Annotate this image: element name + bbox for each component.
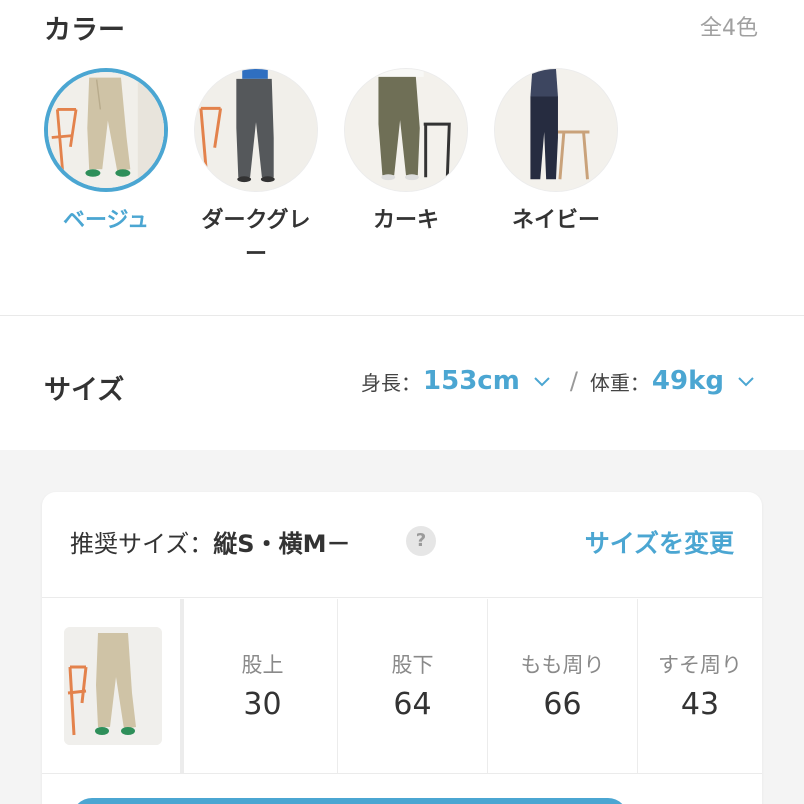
measurement-thumbnail-cell <box>42 599 184 773</box>
chevron-down-icon[interactable] <box>736 371 756 391</box>
body-info: 身長： 153cm / 体重： 49kg <box>361 366 756 396</box>
height-label: 身長： <box>361 370 422 395</box>
pants-photo-icon <box>64 627 162 745</box>
size-section: サイズ 身長： 153cm / 体重： 49kg <box>0 316 804 450</box>
row-divider <box>42 773 762 774</box>
pants-photo-icon <box>495 69 617 191</box>
measurement-rise: 股上 30 <box>188 599 338 773</box>
color-section-title: カラー <box>44 15 125 46</box>
primary-action-button[interactable] <box>72 798 628 804</box>
pants-photo-icon <box>48 72 164 188</box>
pants-photo-icon <box>195 69 317 191</box>
pants-photo-icon <box>345 69 467 191</box>
recommended-size: 推奨サイズ：縦S・横M－ <box>70 524 350 559</box>
measurement-value: 66 <box>543 687 582 722</box>
product-thumbnail <box>64 627 162 745</box>
weight-label: 体重： <box>589 370 650 395</box>
measurement-value: 64 <box>393 687 432 722</box>
chevron-down-icon[interactable] <box>532 371 552 391</box>
color-option-dark-gray[interactable]: ダークグレー <box>194 68 318 272</box>
color-option-label: ダークグレー <box>201 208 311 267</box>
measurement-value: 30 <box>243 687 282 722</box>
color-option-navy-image <box>494 68 618 192</box>
height-select[interactable]: 153cm <box>423 366 520 396</box>
color-option-label: ベージュ <box>62 208 150 233</box>
recommended-size-label: 推奨サイズ： <box>70 530 214 558</box>
color-option-label: ネイビー <box>511 208 600 233</box>
color-option-beige[interactable]: ベージュ <box>44 68 168 238</box>
measurement-inseam: 股下 64 <box>338 599 488 773</box>
measurement-hem: すそ周り 43 <box>638 599 762 773</box>
color-option-label: カーキ <box>372 208 439 233</box>
color-option-dark-gray-image <box>194 68 318 192</box>
recommendation-card: 推奨サイズ：縦S・横M－ ? サイズを変更 股上 30 股下 64 もも周り 6… <box>42 492 762 804</box>
color-option-khaki-image <box>344 68 468 192</box>
size-section-title: サイズ <box>44 375 125 406</box>
color-option-khaki[interactable]: カーキ <box>344 68 468 238</box>
color-option-beige-image <box>44 68 168 192</box>
measurement-label: 股下 <box>391 653 434 677</box>
measurement-row: 股上 30 股下 64 もも周り 66 すそ周り 43 <box>42 599 762 773</box>
measurement-label: 股上 <box>241 653 284 677</box>
color-section: カラー 全4色 ベージュ ダークグレー カーキ ネイビー <box>0 0 804 316</box>
measurement-label: すそ周り <box>658 653 742 677</box>
recommendation-header: 推奨サイズ：縦S・横M－ ? サイズを変更 <box>42 492 762 598</box>
change-size-link[interactable]: サイズを変更 <box>585 524 734 560</box>
measurement-thigh: もも周り 66 <box>488 599 638 773</box>
measurement-value: 43 <box>680 687 720 722</box>
recommended-size-value: 縦S・横M－ <box>213 530 351 558</box>
measurement-label: もも周り <box>520 653 605 677</box>
color-count: 全4色 <box>700 16 758 41</box>
help-icon[interactable]: ? <box>406 526 436 556</box>
separator: / <box>569 367 578 395</box>
weight-select[interactable]: 49kg <box>652 366 724 396</box>
color-option-navy[interactable]: ネイビー <box>494 68 618 238</box>
